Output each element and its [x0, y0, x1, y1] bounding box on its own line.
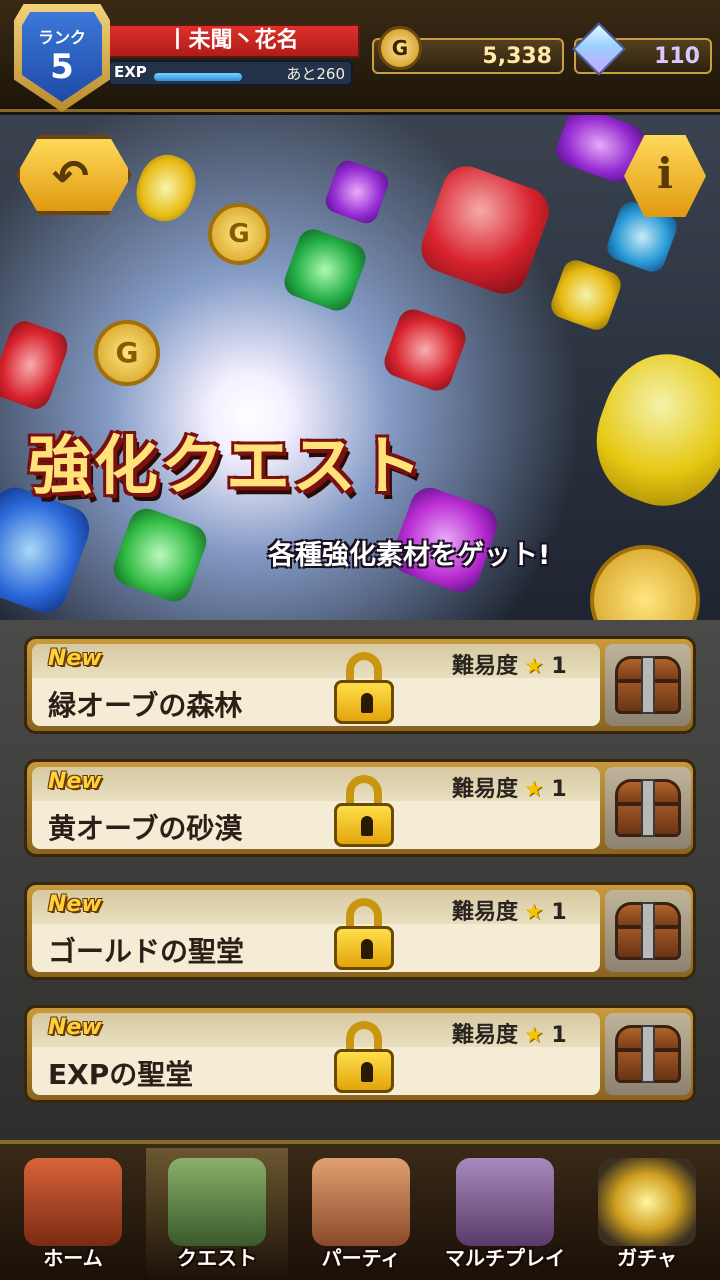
- star-icon: ★: [524, 1023, 544, 1048]
- nav-gacha[interactable]: ガチャ: [576, 1148, 718, 1280]
- quest-name: 黄オーブの砂漠: [48, 812, 243, 845]
- yellow-gem-icon: [578, 337, 720, 523]
- gacha-icon: [598, 1158, 696, 1246]
- quest-name: ゴールドの聖堂: [48, 935, 245, 968]
- yellow-gem-icon: [547, 256, 625, 334]
- gold-coin-icon: G: [94, 320, 160, 386]
- gold-value: 5,338: [482, 44, 552, 69]
- reward-slot: [605, 644, 691, 726]
- treasure-chest-icon: [615, 656, 681, 714]
- quest-name: 緑オーブの森林: [48, 689, 243, 722]
- quest-card[interactable]: New 難易度 ★ 1 緑オーブの森林: [24, 636, 696, 734]
- difficulty-label: 難易度 ★ 1: [452, 777, 567, 802]
- back-arrow-icon: ↶: [52, 151, 89, 202]
- quest-card[interactable]: New 難易度 ★ 1 ゴールドの聖堂: [24, 882, 696, 980]
- reward-slot: [605, 767, 691, 849]
- quest-card[interactable]: New 難易度 ★ 1 EXPの聖堂: [24, 1005, 696, 1103]
- quest-name: EXPの聖堂: [48, 1058, 194, 1091]
- nav-home[interactable]: ホーム: [2, 1148, 144, 1280]
- red-gem-icon: [414, 159, 556, 301]
- treasure-chest-icon: [615, 1025, 681, 1083]
- multiplayer-icon: [456, 1158, 554, 1246]
- lock-icon: [334, 652, 394, 724]
- banner-title: 強化クエスト: [28, 430, 424, 504]
- lock-icon: [334, 898, 394, 970]
- difficulty-label: 難易度 ★ 1: [452, 654, 567, 679]
- info-icon: i: [657, 149, 673, 198]
- star-icon: ★: [524, 900, 544, 925]
- reward-slot: [605, 1013, 691, 1095]
- nav-party[interactable]: パーティ: [290, 1148, 432, 1280]
- exp-bar: EXP あと260: [108, 60, 353, 86]
- banner-subtitle: 各種強化素材をゲット!: [268, 540, 551, 571]
- green-gem-icon: [108, 503, 212, 607]
- rank-label: ランク: [37, 28, 86, 47]
- nav-label: マルチプレイ: [445, 1246, 565, 1270]
- nav-quest[interactable]: クエスト: [146, 1148, 288, 1280]
- rank-badge[interactable]: ランク 5: [14, 4, 110, 112]
- reward-slot: [605, 890, 691, 972]
- gold-bag-icon: G: [378, 26, 422, 70]
- difficulty-label: 難易度 ★ 1: [452, 1023, 567, 1048]
- exp-fill: [154, 73, 242, 81]
- warrior-icon: [168, 1158, 266, 1246]
- exp-label: EXP: [114, 63, 147, 81]
- player-name[interactable]: 丨未聞丶花名: [105, 24, 360, 58]
- yellow-gem-icon: [128, 147, 204, 229]
- gold-coin-icon: G: [208, 203, 270, 265]
- difficulty-label: 難易度 ★ 1: [452, 900, 567, 925]
- lock-icon: [334, 1021, 394, 1093]
- nav-label: ホーム: [43, 1246, 103, 1270]
- new-badge: New: [48, 892, 102, 917]
- rank-value: 5: [50, 47, 74, 87]
- exp-remaining: あと260: [286, 65, 345, 83]
- status-bar: ランク 5 丨未聞丶花名 EXP あと260 5,338 G 110: [0, 0, 720, 112]
- nav-label: クエスト: [177, 1246, 257, 1270]
- new-badge: New: [48, 1015, 102, 1040]
- purple-gem-icon: [322, 157, 392, 227]
- nav-label: ガチャ: [617, 1246, 677, 1270]
- house-icon: [24, 1158, 122, 1246]
- quest-banner: G G ↶ i 強化クエスト 各種強化素材をゲット!: [0, 115, 720, 620]
- red-gem-icon: [380, 305, 470, 395]
- treasure-chest-icon: [615, 779, 681, 837]
- gold-coin-icon: [590, 545, 700, 620]
- gem-value: 110: [654, 44, 700, 69]
- lock-icon: [334, 775, 394, 847]
- back-button[interactable]: ↶: [16, 135, 132, 215]
- new-badge: New: [48, 769, 102, 794]
- new-badge: New: [48, 646, 102, 671]
- party-icon: [312, 1158, 410, 1246]
- quest-card[interactable]: New 難易度 ★ 1 黄オーブの砂漠: [24, 759, 696, 857]
- treasure-chest-icon: [615, 902, 681, 960]
- nav-multiplayer[interactable]: マルチプレイ: [434, 1148, 576, 1280]
- red-gem-icon: [0, 317, 72, 413]
- star-icon: ★: [524, 654, 544, 679]
- nav-label: パーティ: [321, 1246, 401, 1270]
- star-icon: ★: [524, 777, 544, 802]
- green-gem-icon: [280, 225, 370, 315]
- bottom-nav: ホーム クエスト パーティ マルチプレイ ガチャ: [0, 1140, 720, 1280]
- quest-list: New 難易度 ★ 1 緑オーブの森林 New 難易度 ★ 1 黄オーブの砂漠 Ne…: [0, 620, 720, 1140]
